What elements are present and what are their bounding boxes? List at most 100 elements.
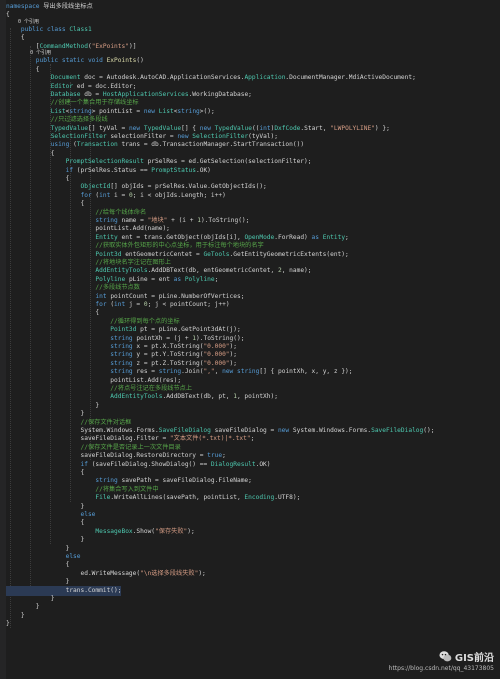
watermark-brand: GIS前沿 bbox=[389, 649, 494, 664]
code-token: int bbox=[259, 124, 271, 132]
code-token: , bbox=[214, 368, 223, 376]
code-token: //创建一个集合用于存储线坐标 bbox=[6, 99, 139, 107]
code-token: () bbox=[136, 57, 144, 65]
code-token: ; j < pointCount; j++) bbox=[147, 301, 230, 308]
code-token: doc = Autodesk.AutoCAD.ApplicationServic… bbox=[80, 74, 245, 82]
code-token: using bbox=[6, 141, 70, 149]
watermark: GIS前沿 https://blog.csdn.net/qq_43173805 bbox=[389, 649, 494, 672]
code-token: "\n选择多段线失败" bbox=[140, 569, 199, 577]
code-token: } bbox=[6, 410, 85, 418]
code-token: pointList.Add(res); bbox=[6, 376, 182, 384]
code-token: .UTF8); bbox=[274, 494, 301, 502]
code-token: SaveFileDialog bbox=[158, 427, 211, 434]
code-token: //循环得到每个点的坐标 bbox=[6, 317, 180, 325]
code-token: Class1 bbox=[65, 26, 92, 33]
code-token: Entity bbox=[6, 233, 118, 241]
code-token: saveFileDialog.Filter = bbox=[6, 435, 170, 443]
code-token: { bbox=[6, 200, 85, 208]
code-token: .WorkingDatabase; bbox=[188, 91, 252, 98]
code-token: prSelRes = ed.GetSelection(selectionFilt… bbox=[143, 158, 312, 166]
code-token: } bbox=[6, 620, 10, 628]
code-token: } bbox=[6, 611, 25, 619]
code-token: ); bbox=[198, 569, 206, 577]
code-area[interactable]: namespace 导出多段线坐标点{ 0 个引用 public class C… bbox=[6, 0, 500, 679]
code-token: [] { pointXh, x, y, z }); bbox=[259, 368, 353, 376]
code-token: CommandMethod bbox=[39, 42, 88, 50]
code-token: ExPoints bbox=[102, 57, 137, 65]
code-token: .GetEntityGeometricExtents(ent); bbox=[229, 250, 349, 258]
code-line[interactable]: } bbox=[6, 619, 10, 629]
code-token: MessageBox bbox=[6, 527, 133, 535]
code-token: } bbox=[6, 603, 40, 611]
code-token: string bbox=[6, 351, 133, 359]
code-token: 导出多段线坐标点 bbox=[39, 3, 93, 10]
code-token: new bbox=[143, 107, 156, 115]
code-token: .OK) bbox=[196, 166, 211, 174]
code-token: else bbox=[6, 553, 81, 560]
code-token: .AddDBText(db, pt, bbox=[162, 393, 234, 401]
code-token: [ bbox=[6, 42, 40, 50]
code-token: System.Windows.Forms. bbox=[289, 427, 372, 434]
code-token: DxfCode bbox=[274, 124, 301, 132]
code-token: //将点号注记在多段线节点上 bbox=[6, 385, 193, 392]
code-token: saveFileDialog = bbox=[210, 427, 278, 434]
code-token: } bbox=[6, 595, 55, 602]
code-token: string bbox=[158, 368, 182, 376]
code-token: "," bbox=[203, 368, 215, 376]
code-token: ) }; bbox=[374, 124, 390, 132]
code-token: //给每个线体命名 bbox=[6, 208, 147, 216]
code-token: ); bbox=[187, 527, 195, 535]
codelens-reference-count[interactable]: 0 个引用 bbox=[6, 50, 51, 56]
code-token: )] bbox=[128, 42, 137, 50]
code-token: 0 个引用 bbox=[6, 18, 40, 25]
code-token: { bbox=[6, 34, 25, 42]
code-token: //将地块名字注记在图形上 bbox=[6, 259, 171, 266]
code-token: PromptSelectionResult bbox=[6, 158, 144, 166]
code-token: { bbox=[6, 561, 70, 569]
code-token: new bbox=[128, 124, 141, 132]
code-token: .ForRead) bbox=[274, 233, 312, 241]
code-token: 0 个引用 bbox=[6, 50, 52, 57]
code-token: public static void bbox=[6, 57, 103, 65]
code-token: new string bbox=[222, 368, 260, 376]
code-token: ; bbox=[222, 452, 226, 460]
code-token: else bbox=[6, 511, 96, 518]
code-token: .Join( bbox=[181, 368, 204, 376]
code-token: .Show( bbox=[132, 527, 156, 535]
code-token: (prSelRes.Status == bbox=[73, 166, 152, 174]
codelens-reference-count[interactable]: 0 个引用 bbox=[6, 19, 39, 25]
code-token: "0.000" bbox=[203, 359, 230, 367]
code-token: Point3d bbox=[6, 250, 122, 258]
code-token: File bbox=[6, 494, 111, 502]
code-token: if bbox=[6, 460, 88, 468]
code-token: ed.WriteMessage( bbox=[6, 569, 141, 577]
code-token: [] { bbox=[181, 124, 200, 132]
code-token: pointCount = pLine.NumberOfVertices; bbox=[106, 292, 245, 300]
code-editor[interactable]: namespace 导出多段线坐标点{ 0 个引用 public class C… bbox=[0, 0, 500, 679]
code-token: pointXh = (j + bbox=[132, 334, 193, 342]
code-token: HostApplicationServices bbox=[102, 91, 189, 98]
code-token: savePath = saveFileDialog.FileName; bbox=[117, 477, 252, 485]
code-token: "0.000" bbox=[203, 343, 230, 350]
code-token: .DocumentManager.MdiActiveDocument; bbox=[285, 74, 416, 82]
code-line[interactable]: namespace 导出多段线坐标点 bbox=[6, 2, 93, 12]
code-token: >(); bbox=[199, 107, 215, 115]
code-token: db = bbox=[80, 91, 103, 98]
code-token: } bbox=[6, 536, 85, 544]
code-token: "地块" bbox=[147, 217, 168, 224]
watermark-url: https://blog.csdn.net/qq_43173805 bbox=[388, 665, 494, 672]
code-token: .Start, bbox=[300, 124, 331, 132]
code-token: ( bbox=[69, 141, 77, 149]
code-token: [] tyVal = bbox=[87, 124, 129, 132]
code-token: trans.Commit(); bbox=[6, 586, 122, 594]
code-token: { bbox=[6, 309, 100, 317]
code-token: { bbox=[6, 519, 85, 527]
code-token: Application bbox=[244, 74, 286, 82]
code-token: (saveFileDialog.ShowDialog() == bbox=[87, 460, 211, 468]
code-token: //多段线节点数 bbox=[6, 284, 140, 292]
code-token: > pointList = bbox=[91, 107, 144, 115]
code-token: .OK) bbox=[255, 460, 271, 468]
code-token: as bbox=[173, 275, 182, 283]
code-token: List bbox=[155, 107, 174, 115]
code-token: int bbox=[99, 191, 111, 199]
